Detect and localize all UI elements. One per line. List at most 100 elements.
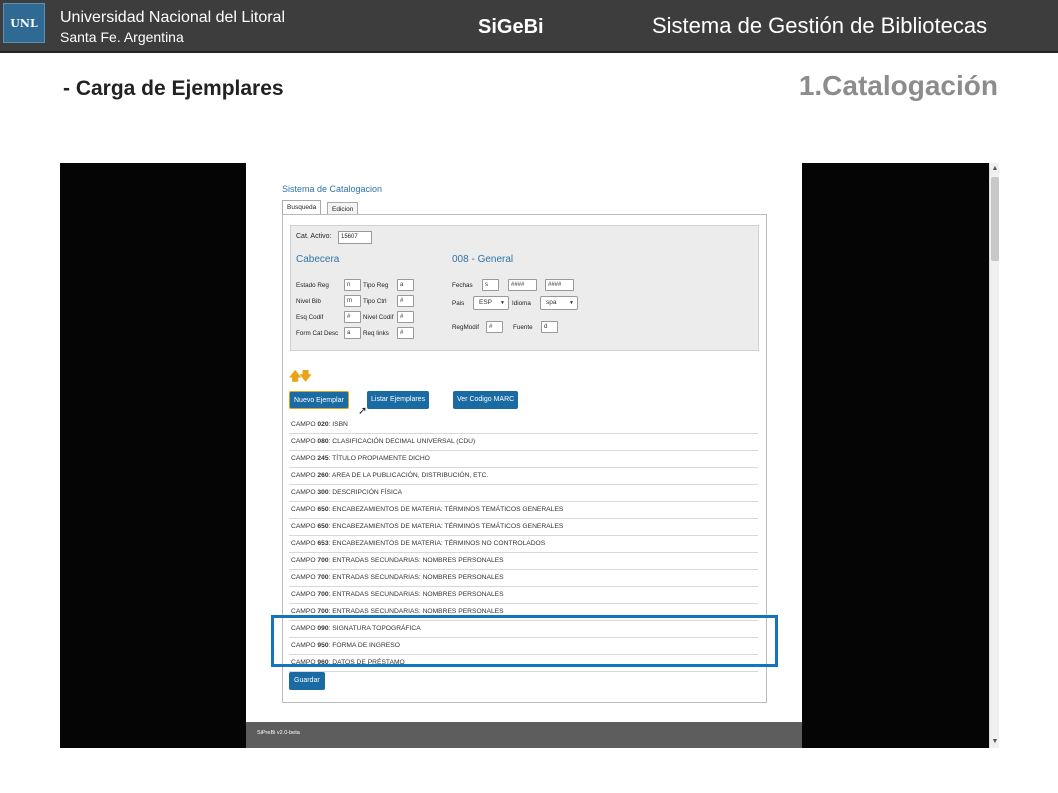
- fuente-label: Fuente: [513, 324, 533, 331]
- pais-label: Pais: [452, 300, 465, 307]
- campo-row[interactable]: CAMPO 245: TÍTULO PROPIAMENTE DICHO: [289, 451, 758, 468]
- estado-reg-label: Estado Reg: [296, 282, 329, 289]
- fuente-field[interactable]: d: [541, 321, 558, 333]
- section-title: - Carga de Ejemplares: [63, 77, 284, 100]
- campo-prefix: CAMPO: [291, 438, 318, 445]
- campo-row[interactable]: CAMPO 650: ENCABEZAMIENTOS DE MATERIA: T…: [289, 519, 758, 536]
- page-footer: SiPreBi v2.0-beta: [246, 722, 802, 748]
- campo-row[interactable]: CAMPO 700: ENTRADAS SECUNDARIAS: NOMBRES…: [289, 587, 758, 604]
- idioma-value: spa: [546, 299, 557, 306]
- chevron-down-icon: ▼: [569, 300, 574, 306]
- campo-code: 650: [317, 506, 329, 513]
- general-title: 008 - General: [452, 254, 514, 265]
- tab-busqueda[interactable]: Busqueda: [282, 200, 322, 214]
- req-links-label: Req links: [363, 330, 389, 337]
- campo-desc: : TÍTULO PROPIAMENTE DICHO: [328, 455, 430, 462]
- campo-desc: : ENCABEZAMIENTOS DE MATERIA: TÉRMINOS N…: [328, 540, 546, 547]
- nivel-bib-label: Nivel Bib: [296, 298, 321, 305]
- campo-prefix: CAMPO: [291, 421, 318, 428]
- campo-row[interactable]: CAMPO 260: AREA DE LA PUBLICACIÓN, DISTR…: [289, 468, 758, 485]
- university-city: Santa Fe. Argentina: [60, 29, 184, 45]
- campo-code: 020: [317, 421, 329, 428]
- cabecera-title: Cabecera: [296, 254, 340, 265]
- campo-desc: : ENTRADAS SECUNDARIAS: NOMBRES PERSONAL…: [328, 591, 504, 598]
- fecha2-field[interactable]: ####: [545, 279, 574, 291]
- fechas-type-field[interactable]: s: [482, 279, 499, 291]
- campo-prefix: CAMPO: [291, 489, 318, 496]
- list-copies-button[interactable]: Listar Ejemplares: [367, 391, 430, 409]
- campo-row[interactable]: CAMPO 700: ENTRADAS SECUNDARIAS: NOMBRES…: [289, 553, 758, 570]
- campo-prefix: CAMPO: [291, 455, 318, 462]
- scroll-up-icon[interactable]: ▲: [991, 165, 999, 173]
- estado-reg-field[interactable]: n: [344, 279, 361, 291]
- view-marc-button[interactable]: Ver Codigo MARC: [453, 391, 519, 409]
- form-cat-desc-field[interactable]: a: [344, 327, 361, 339]
- slide: UNL Universidad Nacional del Litoral San…: [0, 0, 1058, 793]
- campo-prefix: CAMPO: [291, 608, 318, 615]
- campo-row[interactable]: CAMPO 080: CLASIFICACIÓN DECIMAL UNIVERS…: [289, 434, 758, 451]
- campo-row[interactable]: CAMPO 653: ENCABEZAMIENTOS DE MATERIA: T…: [289, 536, 758, 553]
- campo-code: 653: [317, 540, 329, 547]
- mouse-cursor-icon: ➚: [358, 405, 368, 417]
- regmodif-field[interactable]: #: [486, 321, 503, 333]
- campo-prefix: CAMPO: [291, 506, 318, 513]
- req-links-field[interactable]: #: [397, 327, 414, 339]
- cat-activo-input[interactable]: 15607: [338, 231, 372, 244]
- campo-row[interactable]: CAMPO 700: ENTRADAS SECUNDARIAS: NOMBRES…: [289, 570, 758, 587]
- unl-logo: UNL: [3, 3, 45, 43]
- campo-code: 260: [317, 472, 329, 479]
- form-cat-desc-label: Form Cat Desc: [296, 330, 339, 337]
- app-long-name: Sistema de Gestión de Bibliotecas: [652, 13, 988, 38]
- fechas-label: Fechas: [452, 282, 473, 289]
- campo-row[interactable]: CAMPO 650: ENCABEZAMIENTOS DE MATERIA: T…: [289, 502, 758, 519]
- nivel-codif-field[interactable]: #: [397, 311, 414, 323]
- regmodif-label: RegModif: [452, 324, 479, 331]
- campo-code: 700: [317, 591, 329, 598]
- campo-code: 700: [317, 574, 329, 581]
- campo-desc: : ENTRADAS SECUNDARIAS: NOMBRES PERSONAL…: [328, 557, 504, 564]
- cat-activo-label: Cat. Activo:: [296, 233, 332, 240]
- campo-desc: : ENTRADAS SECUNDARIAS: NOMBRES PERSONAL…: [328, 574, 504, 581]
- university-name: Universidad Nacional del Litoral: [60, 9, 286, 26]
- campo-code: 300: [317, 489, 329, 496]
- highlight-box: [271, 615, 778, 667]
- esq-codif-field[interactable]: #: [344, 311, 361, 323]
- tipo-ctrl-field[interactable]: #: [397, 295, 414, 307]
- campo-code: 650: [317, 523, 329, 530]
- app-short-name: SiGeBi: [478, 16, 544, 38]
- campo-code: 080: [317, 438, 329, 445]
- record-header-panel: Cat. Activo: 15607 Cabecera 008 - Genera…: [290, 225, 759, 351]
- tipo-ctrl-label: Tipo Ctrl: [363, 298, 387, 305]
- new-copy-button[interactable]: Nuevo Ejemplar: [289, 391, 349, 409]
- tipo-reg-field[interactable]: a: [397, 279, 414, 291]
- campo-desc: : ENCABEZAMIENTOS DE MATERIA: TÉRMINOS T…: [328, 506, 564, 513]
- scroll-thumb[interactable]: [991, 177, 999, 261]
- campo-prefix: CAMPO: [291, 574, 318, 581]
- pais-select[interactable]: ESP ▼: [473, 296, 509, 310]
- scroll-down-icon[interactable]: ▼: [991, 738, 999, 746]
- campo-code: 700: [317, 557, 329, 564]
- vertical-scrollbar[interactable]: ▲ ▼: [989, 163, 999, 748]
- campo-code: 700: [317, 608, 329, 615]
- campo-row[interactable]: CAMPO 300: DESCRIPCIÓN FÍSICA: [289, 485, 758, 502]
- campo-prefix: CAMPO: [291, 472, 318, 479]
- tab-edicion[interactable]: Edicion: [327, 202, 359, 214]
- reorder-arrows-icon[interactable]: 🡅🡇: [289, 367, 312, 388]
- tipo-reg-label: Tipo Reg: [363, 282, 389, 289]
- fecha1-field[interactable]: ####: [508, 279, 537, 291]
- chevron-down-icon: ▼: [500, 300, 505, 306]
- campo-desc: : ISBN: [328, 421, 348, 428]
- header-bar: UNL Universidad Nacional del Litoral San…: [0, 0, 1058, 53]
- idioma-label: Idioma: [512, 300, 531, 307]
- campo-prefix: CAMPO: [291, 540, 318, 547]
- campo-row[interactable]: CAMPO 020: ISBN: [289, 417, 758, 434]
- esq-codif-label: Esq Codif: [296, 314, 324, 321]
- campo-prefix: CAMPO: [291, 557, 318, 564]
- save-button[interactable]: Guardar: [289, 672, 325, 690]
- campo-code: 245: [317, 455, 329, 462]
- idioma-select[interactable]: spa ▼: [540, 296, 578, 310]
- campo-desc: : ENTRADAS SECUNDARIAS: NOMBRES PERSONAL…: [328, 608, 504, 615]
- campo-desc: : CLASIFICACIÓN DECIMAL UNIVERSAL (CDU): [328, 438, 476, 445]
- campo-prefix: CAMPO: [291, 523, 318, 530]
- nivel-bib-field[interactable]: m: [344, 295, 361, 307]
